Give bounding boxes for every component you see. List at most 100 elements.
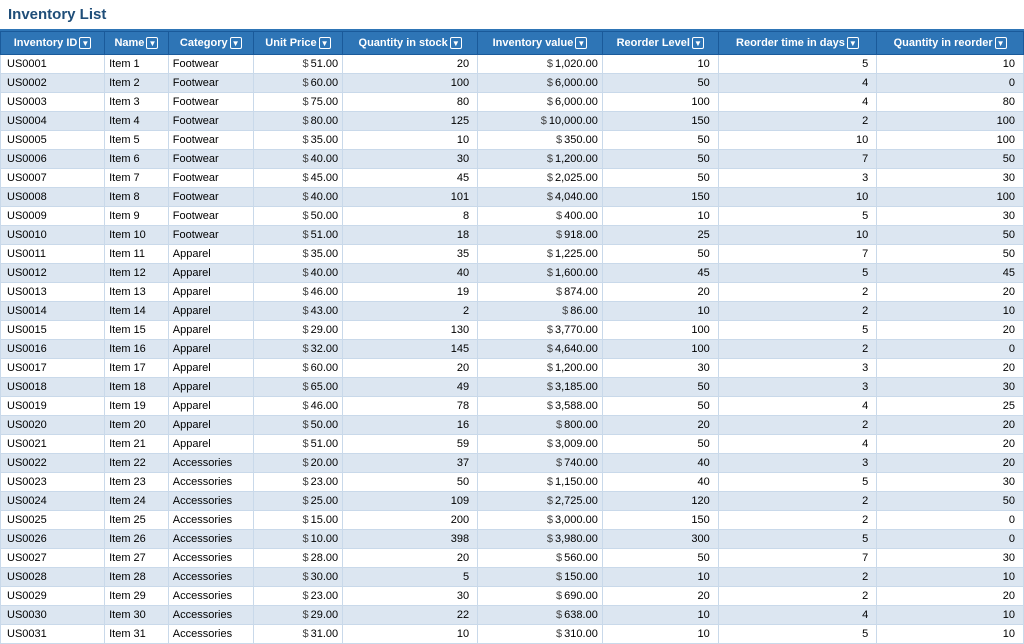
table-cell-currency: $350.00: [478, 131, 603, 150]
filter-reorder-days-icon[interactable]: ▼: [847, 37, 859, 49]
table-cell: US0024: [1, 492, 105, 511]
table-cell-currency: $3,980.00: [478, 530, 603, 549]
table-cell: US0005: [1, 131, 105, 150]
table-cell: 0: [877, 74, 1024, 93]
table-cell: 10: [602, 606, 718, 625]
table-cell: US0026: [1, 530, 105, 549]
table-cell-currency: $30.00: [253, 568, 342, 587]
table-row: US0020Item 20Apparel$50.0016$800.0020220: [1, 416, 1024, 435]
table-cell: 2: [718, 283, 877, 302]
table-cell: 20: [877, 321, 1024, 340]
table-row: US0017Item 17Apparel$60.0020$1,200.00303…: [1, 359, 1024, 378]
table-cell: Item 19: [105, 397, 169, 416]
table-cell-currency: $23.00: [253, 473, 342, 492]
table-cell-currency: $1,225.00: [478, 245, 603, 264]
table-cell: 5: [718, 321, 877, 340]
table-cell: 50: [877, 226, 1024, 245]
table-cell: 3: [718, 359, 877, 378]
table-cell: 2: [718, 511, 877, 530]
table-cell: Item 9: [105, 207, 169, 226]
table-cell: US0020: [1, 416, 105, 435]
table-cell: 10: [877, 606, 1024, 625]
table-cell: 18: [343, 226, 478, 245]
table-cell: Item 3: [105, 93, 169, 112]
table-row: US0002Item 2Footwear$60.00100$6,000.0050…: [1, 74, 1024, 93]
table-cell: 30: [343, 150, 478, 169]
table-cell: US0008: [1, 188, 105, 207]
table-cell: Footwear: [168, 74, 253, 93]
table-cell: US0029: [1, 587, 105, 606]
table-cell: 19: [343, 283, 478, 302]
table-cell: Apparel: [168, 416, 253, 435]
table-cell: Item 5: [105, 131, 169, 150]
table-cell: 50: [877, 492, 1024, 511]
table-cell-currency: $3,588.00: [478, 397, 603, 416]
table-cell: 50: [602, 245, 718, 264]
filter-id-icon[interactable]: ▼: [79, 37, 91, 49]
table-cell-currency: $3,185.00: [478, 378, 603, 397]
table-cell: 10: [877, 55, 1024, 74]
table-cell-currency: $3,009.00: [478, 435, 603, 454]
table-cell: Apparel: [168, 283, 253, 302]
filter-qty-stock-icon[interactable]: ▼: [450, 37, 462, 49]
table-cell: 80: [877, 93, 1024, 112]
table-cell-currency: $2,025.00: [478, 169, 603, 188]
col-header-unit-price: Unit Price ▼: [253, 32, 342, 55]
filter-qty-reorder-icon[interactable]: ▼: [995, 37, 1007, 49]
table-cell: Item 26: [105, 530, 169, 549]
table-row: US0027Item 27Accessories$28.0020$560.005…: [1, 549, 1024, 568]
table-cell: Item 29: [105, 587, 169, 606]
table-cell: 5: [718, 264, 877, 283]
table-cell-currency: $1,200.00: [478, 359, 603, 378]
table-cell: 2: [718, 416, 877, 435]
table-cell: 10: [877, 302, 1024, 321]
table-row: US0013Item 13Apparel$46.0019$874.0020220: [1, 283, 1024, 302]
filter-unit-price-icon[interactable]: ▼: [319, 37, 331, 49]
table-cell: 20: [877, 359, 1024, 378]
filter-reorder-level-icon[interactable]: ▼: [692, 37, 704, 49]
table-cell: 7: [718, 549, 877, 568]
table-cell: 40: [602, 473, 718, 492]
table-cell: 45: [343, 169, 478, 188]
filter-name-icon[interactable]: ▼: [146, 37, 158, 49]
table-cell: 4: [718, 435, 877, 454]
table-row: US0015Item 15Apparel$29.00130$3,770.0010…: [1, 321, 1024, 340]
page-title: Inventory List: [0, 0, 1024, 31]
table-cell: Item 20: [105, 416, 169, 435]
table-cell: 30: [877, 473, 1024, 492]
table-cell: US0007: [1, 169, 105, 188]
table-cell: 145: [343, 340, 478, 359]
col-header-reorder-days: Reorder time in days ▼: [718, 32, 877, 55]
table-cell: 100: [877, 131, 1024, 150]
table-cell: 20: [343, 549, 478, 568]
table-cell: 10: [718, 226, 877, 245]
filter-inv-value-icon[interactable]: ▼: [575, 37, 587, 49]
table-cell: 100: [877, 112, 1024, 131]
table-cell: 2: [343, 302, 478, 321]
table-cell: 5: [718, 55, 877, 74]
table-cell-currency: $51.00: [253, 55, 342, 74]
table-cell: 30: [877, 378, 1024, 397]
table-cell: 8: [343, 207, 478, 226]
table-cell: 20: [877, 454, 1024, 473]
filter-category-icon[interactable]: ▼: [230, 37, 242, 49]
table-cell: 40: [602, 454, 718, 473]
table-cell: Apparel: [168, 340, 253, 359]
table-cell: US0022: [1, 454, 105, 473]
col-header-qty-stock: Quantity in stock ▼: [343, 32, 478, 55]
table-cell: 20: [602, 283, 718, 302]
table-cell-currency: $10.00: [253, 530, 342, 549]
table-cell: Accessories: [168, 587, 253, 606]
table-cell: 4: [718, 93, 877, 112]
table-cell: Accessories: [168, 549, 253, 568]
table-cell-currency: $1,600.00: [478, 264, 603, 283]
table-cell: 30: [877, 207, 1024, 226]
table-cell-currency: $25.00: [253, 492, 342, 511]
table-cell: Item 18: [105, 378, 169, 397]
table-cell: 10: [602, 625, 718, 644]
table-cell-currency: $1,200.00: [478, 150, 603, 169]
table-row: US0022Item 22Accessories$20.0037$740.004…: [1, 454, 1024, 473]
table-cell: 10: [602, 568, 718, 587]
table-cell: 10: [343, 131, 478, 150]
col-header-inv-value: Inventory value ▼: [478, 32, 603, 55]
